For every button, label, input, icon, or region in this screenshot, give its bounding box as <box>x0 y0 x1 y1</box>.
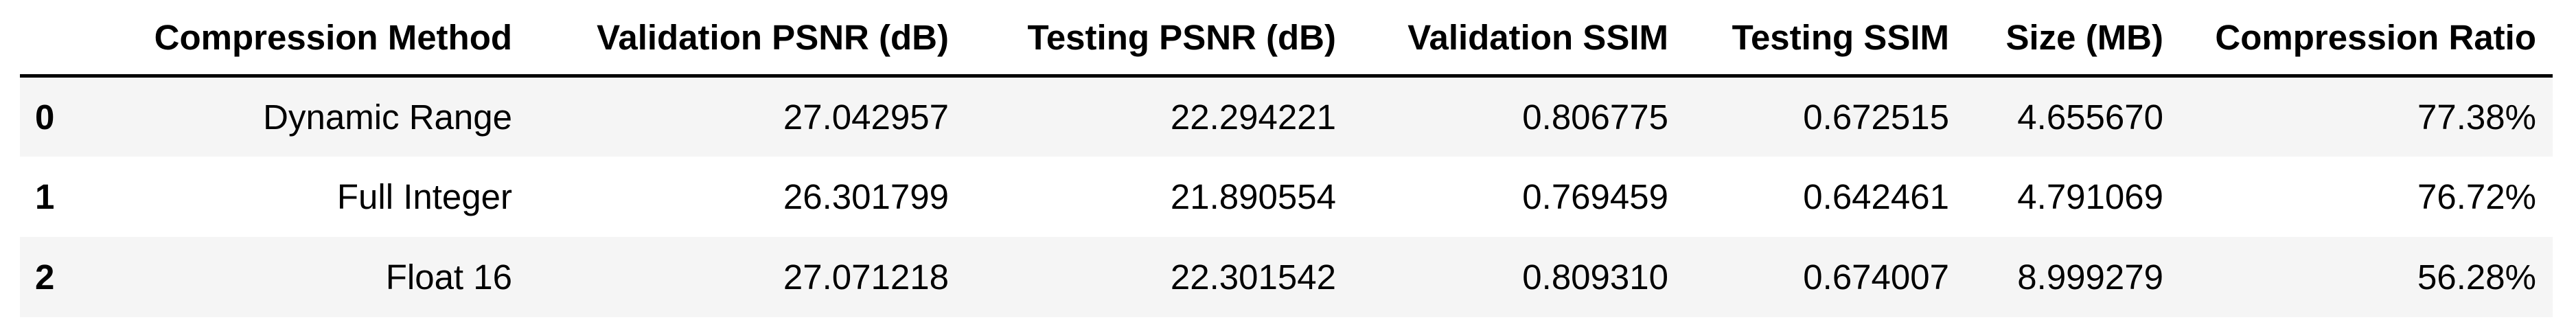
cell-size: 4.791069 <box>2017 176 2163 216</box>
cell-validation-psnr: 27.042957 <box>783 97 949 137</box>
table-body: 0 Dynamic Range 27.042957 22.294221 0.80… <box>20 76 2553 317</box>
cell-testing-psnr: 21.890554 <box>1170 176 1336 216</box>
cell-size: 8.999279 <box>2017 257 2163 297</box>
cell-validation-ssim: 0.809310 <box>1522 257 1668 297</box>
cell-testing-ssim: 0.674007 <box>1803 257 1949 297</box>
row-index: 0 <box>35 97 55 137</box>
column-header-testing-psnr: Testing PSNR (dB) <box>965 0 1353 78</box>
column-header-testing-ssim: Testing SSIM <box>1685 0 1966 78</box>
cell-testing-ssim: 0.672515 <box>1803 97 1949 137</box>
cell-validation-psnr: 27.071218 <box>783 257 949 297</box>
cell-compression-method: Full Integer <box>336 176 512 216</box>
cell-compression-ratio: 76.72% <box>2417 176 2536 216</box>
cell-testing-psnr: 22.294221 <box>1170 97 1336 137</box>
table-header: Compression Method Validation PSNR (dB) … <box>20 0 2553 78</box>
index-column-header <box>20 0 87 78</box>
cell-compression-ratio: 56.28% <box>2417 257 2536 297</box>
column-header-validation-psnr: Validation PSNR (dB) <box>529 0 965 78</box>
table-row: 0 Dynamic Range 27.042957 22.294221 0.80… <box>20 76 2553 157</box>
cell-compression-method: Float 16 <box>385 257 512 297</box>
cell-testing-psnr: 22.301542 <box>1170 257 1336 297</box>
row-index: 2 <box>35 257 55 297</box>
column-header-validation-ssim: Validation SSIM <box>1353 0 1685 78</box>
cell-compression-method: Dynamic Range <box>263 97 512 137</box>
compression-results-table: Compression Method Validation PSNR (dB) … <box>20 0 2553 317</box>
cell-size: 4.655670 <box>2017 97 2163 137</box>
column-header-size: Size (MB) <box>1966 0 2180 78</box>
cell-validation-psnr: 26.301799 <box>783 176 949 216</box>
cell-validation-ssim: 0.806775 <box>1522 97 1668 137</box>
table-row: 2 Float 16 27.071218 22.301542 0.809310 … <box>20 236 2553 317</box>
dataframe-output: Compression Method Validation PSNR (dB) … <box>20 0 2553 317</box>
header-row: Compression Method Validation PSNR (dB) … <box>20 0 2553 78</box>
cell-testing-ssim: 0.642461 <box>1803 176 1949 216</box>
column-header-compression-method: Compression Method <box>87 0 529 78</box>
column-header-compression-ratio: Compression Ratio <box>2180 0 2553 78</box>
cell-validation-ssim: 0.769459 <box>1522 176 1668 216</box>
table-row: 1 Full Integer 26.301799 21.890554 0.769… <box>20 156 2553 237</box>
row-index: 1 <box>35 176 55 216</box>
cell-compression-ratio: 77.38% <box>2417 97 2536 137</box>
